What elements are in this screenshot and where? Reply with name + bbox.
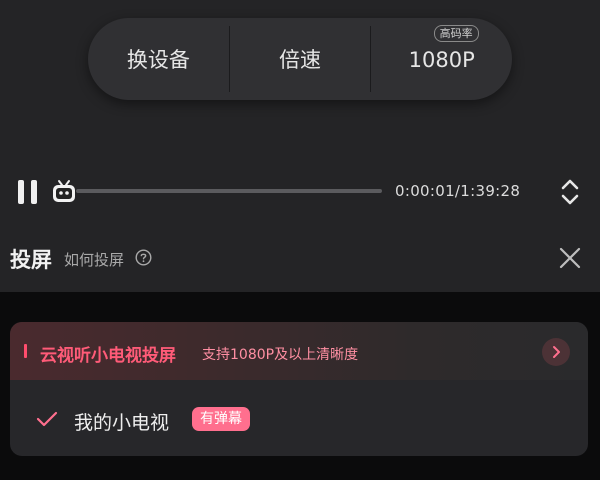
switch-device-label: 换设备 [126,48,190,72]
high-bitrate-badge: 高码率 [433,25,479,42]
player-area: 换设备 倍速 高码率 1080P 0:00:01/1:39:28 投屏 如何投屏 [0,0,600,292]
progress-track[interactable] [76,189,382,193]
pause-icon-bar-left [18,180,24,204]
cloud-cast-title: 云视听小电视投屏 [40,346,176,366]
speed-button[interactable]: 倍速 [230,18,371,100]
quality-label: 1080P [408,48,475,72]
danmaku-badge: 有弹幕 [192,407,250,431]
speed-label: 倍速 [279,48,321,72]
question-circle-icon[interactable] [135,249,152,266]
device-name: 我的小电视 [74,412,170,434]
close-icon[interactable] [558,246,582,270]
player-control-pill: 换设备 倍速 高码率 1080P [88,18,512,100]
pause-icon-bar-right [31,180,37,204]
device-item[interactable]: 我的小电视 有弹幕 [10,390,588,448]
how-to-cast-link[interactable]: 如何投屏 [64,249,124,270]
accent-bar [24,344,27,358]
expand-collapse-icon[interactable] [558,177,582,207]
switch-device-button[interactable]: 换设备 [88,18,229,100]
bilibili-tv-icon[interactable] [51,179,77,205]
playback-time: 0:00:01/1:39:28 [395,182,521,200]
cloud-cast-banner[interactable]: 云视听小电视投屏 支持1080P及以上清晰度 [10,322,588,380]
device-card: 云视听小电视投屏 支持1080P及以上清晰度 我的小电视 有弹幕 [10,322,588,456]
checkmark-icon [36,410,58,428]
cloud-cast-subtitle: 支持1080P及以上清晰度 [202,347,359,363]
cast-screen: 换设备 倍速 高码率 1080P 0:00:01/1:39:28 投屏 如何投屏… [0,0,600,480]
chevron-right-icon[interactable] [542,338,570,366]
quality-button[interactable]: 高码率 1080P [371,17,512,101]
pause-button[interactable] [16,180,40,204]
cast-title: 投屏 [10,248,52,272]
